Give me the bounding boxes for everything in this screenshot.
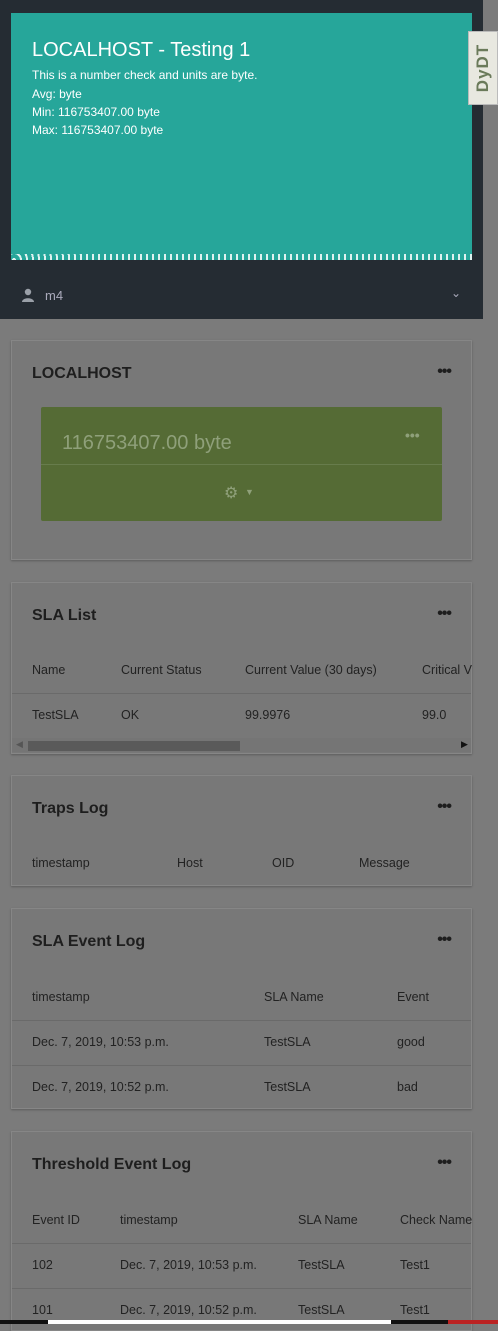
table-cell: 101 — [32, 1303, 53, 1317]
card-title: SLA Event Log — [32, 933, 146, 950]
column-header[interactable]: Critical V — [422, 663, 472, 677]
table-cell: 99.9976 — [245, 708, 291, 722]
table-cell: TestSLA — [32, 708, 79, 722]
column-header[interactable]: SLA Name — [264, 990, 324, 1004]
card-title: LOCALHOST — [32, 365, 132, 382]
column-header[interactable]: Current Status — [121, 663, 202, 677]
table-cell: OK — [121, 708, 140, 722]
table-cell: bad — [397, 1080, 418, 1094]
column-header[interactable]: Check Name — [400, 1213, 472, 1227]
card-title: Traps Log — [32, 800, 109, 817]
taskbar-segment — [48, 1320, 391, 1324]
column-header[interactable]: Host — [177, 856, 203, 870]
metric-widget[interactable]: 116753407.00 byte ••• ⚙ ▼ — [41, 407, 442, 521]
divider — [12, 1065, 471, 1066]
sla-event-log-card: SLA Event Log ••• timestamp SLA Name Eve… — [11, 908, 472, 1109]
table-cell: good — [397, 1035, 425, 1049]
table-cell: Dec. 7, 2019, 10:53 p.m. — [32, 1035, 169, 1049]
divider — [12, 693, 471, 694]
user-name: m4 — [45, 288, 64, 303]
user-icon — [22, 288, 34, 302]
localhost-card: LOCALHOST ••• 116753407.00 byte ••• ⚙ ▼ — [11, 340, 472, 560]
metric-menu-button[interactable]: ••• — [405, 427, 420, 443]
chart-title: LOCALHOST - Testing 1 — [32, 39, 251, 61]
dydt-side-tab[interactable]: DyDT — [468, 31, 498, 105]
table-cell: Test1 — [400, 1258, 430, 1272]
top-header: LOCALHOST - Testing 1 This is a number c… — [0, 0, 483, 319]
divider — [12, 1020, 471, 1021]
chart-description: This is a number check and units are byt… — [32, 68, 258, 82]
table-cell: 102 — [32, 1258, 53, 1272]
chevron-down-icon[interactable]: ▼ — [245, 487, 254, 497]
horizontal-scrollbar[interactable]: ◀ ▶ — [12, 738, 471, 752]
table-cell: TestSLA — [298, 1303, 345, 1317]
card-menu-button[interactable]: ••• — [437, 363, 452, 381]
column-header[interactable]: timestamp — [120, 1213, 178, 1227]
taskbar-segment — [448, 1320, 498, 1324]
card-menu-button[interactable]: ••• — [437, 605, 452, 623]
card-menu-button[interactable]: ••• — [437, 1154, 452, 1172]
column-header[interactable]: Event ID — [32, 1213, 80, 1227]
table-cell: Dec. 7, 2019, 10:52 p.m. — [120, 1303, 257, 1317]
metric-divider — [41, 464, 442, 465]
threshold-event-log-card: Threshold Event Log ••• Event ID timesta… — [11, 1131, 472, 1331]
sla-list-card: SLA List ••• Name Current Status Current… — [11, 582, 472, 754]
table-cell: TestSLA — [298, 1258, 345, 1272]
metric-value: 116753407.00 byte — [62, 432, 232, 454]
column-header[interactable]: Event — [397, 990, 429, 1004]
table-cell: TestSLA — [264, 1035, 311, 1049]
chevron-down-icon[interactable]: ⌄ — [451, 286, 461, 300]
chart-avg: Avg: byte — [32, 87, 82, 101]
column-header[interactable]: Message — [359, 856, 410, 870]
column-header[interactable]: timestamp — [32, 856, 90, 870]
chart-max: Max: 116753407.00 byte — [32, 123, 164, 137]
column-header[interactable]: timestamp — [32, 990, 90, 1004]
scroll-left-icon[interactable]: ◀ — [16, 739, 23, 750]
metric-chart-card[interactable]: LOCALHOST - Testing 1 This is a number c… — [11, 13, 472, 260]
card-menu-button[interactable]: ••• — [437, 931, 452, 949]
table-cell: Dec. 7, 2019, 10:52 p.m. — [32, 1080, 169, 1094]
table-cell: 99.0 — [422, 708, 447, 722]
column-header[interactable]: OID — [272, 856, 294, 870]
column-header[interactable]: Name — [32, 663, 65, 677]
card-title: Threshold Event Log — [32, 1156, 192, 1173]
table-cell: Test1 — [400, 1303, 430, 1317]
card-menu-button[interactable]: ••• — [437, 798, 452, 816]
user-menu[interactable]: m4 ⌄ — [0, 280, 483, 310]
column-header[interactable]: Current Value (30 days) — [245, 663, 377, 677]
scrollbar-thumb[interactable] — [28, 741, 240, 751]
column-header[interactable]: SLA Name — [298, 1213, 358, 1227]
bottom-taskbar-strip — [0, 1320, 498, 1324]
divider — [12, 1288, 471, 1289]
divider — [12, 1243, 471, 1244]
traps-log-card: Traps Log ••• timestamp Host OID Message — [11, 775, 472, 886]
table-cell: Dec. 7, 2019, 10:53 p.m. — [120, 1258, 257, 1272]
card-title: SLA List — [32, 607, 97, 624]
chart-min: Min: 116753407.00 byte — [32, 105, 160, 119]
gear-icon[interactable]: ⚙ — [224, 483, 238, 503]
chart-wave — [11, 254, 472, 260]
table-cell: TestSLA — [264, 1080, 311, 1094]
dydt-label: DyDT — [473, 43, 492, 93]
scroll-right-icon[interactable]: ▶ — [461, 739, 468, 750]
